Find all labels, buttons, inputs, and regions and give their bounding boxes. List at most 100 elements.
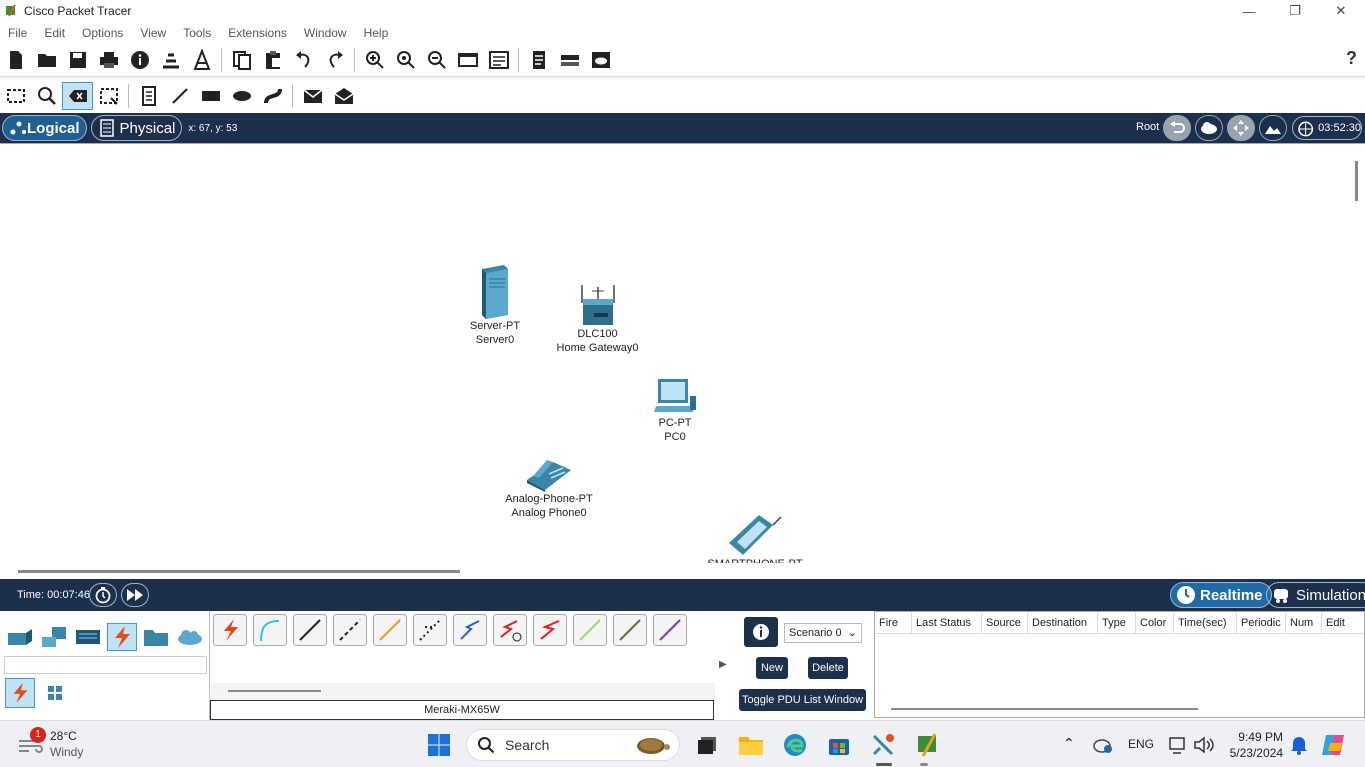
- language-indicator[interactable]: ENG: [1128, 737, 1154, 751]
- power-cycle-button[interactable]: [89, 583, 117, 607]
- weather-widget[interactable]: 1 28°C Windy: [16, 727, 83, 760]
- logical-workspace[interactable]: Server-PT Server0 DLC100 Home Gateway0 P…: [0, 143, 1365, 579]
- realtime-mode-tab[interactable]: Realtime: [1170, 582, 1272, 608]
- copy-button[interactable]: [226, 46, 257, 74]
- freeform-button[interactable]: [257, 82, 288, 110]
- menu-edit[interactable]: Edit: [44, 26, 65, 40]
- new-cluster-button[interactable]: [1195, 115, 1223, 141]
- help-button[interactable]: ?: [1346, 48, 1357, 69]
- pdu-column-header[interactable]: Edit: [1322, 612, 1362, 633]
- show-hidden-icons-button[interactable]: ⌃: [1063, 735, 1075, 752]
- device-home-gateway0[interactable]: DLC100 Home Gateway0: [550, 283, 645, 355]
- custom-device-dialog-button[interactable]: [483, 46, 514, 74]
- delete-scenario-button[interactable]: Delete: [808, 657, 848, 679]
- network-devices-category[interactable]: [5, 623, 35, 651]
- restore-button[interactable]: ❐: [1272, 0, 1318, 22]
- pdu-list-scrollbar[interactable]: [891, 708, 1198, 710]
- zoom-out-button[interactable]: [421, 46, 452, 74]
- menu-view[interactable]: View: [140, 26, 166, 40]
- menu-extensions[interactable]: Extensions: [228, 26, 287, 40]
- pdu-column-header[interactable]: Time(sec): [1174, 612, 1237, 633]
- file-explorer-button[interactable]: [737, 731, 765, 759]
- taskbar-clock[interactable]: 9:49 PM 5/23/2024: [1227, 729, 1283, 761]
- fast-forward-button[interactable]: [121, 583, 149, 607]
- physical-tab[interactable]: Physical: [90, 115, 183, 141]
- place-note-button[interactable]: [133, 82, 164, 110]
- scenario-select[interactable]: Scenario 0 ⌄: [784, 623, 862, 643]
- pdu-column-header[interactable]: Source: [982, 612, 1028, 633]
- notification-bell-icon[interactable]: [1290, 735, 1308, 755]
- cable-serial-dce[interactable]: [493, 614, 527, 646]
- zoom-reset-button[interactable]: [390, 46, 421, 74]
- device-analog-phone0[interactable]: Analog-Phone-PT Analog Phone0: [498, 456, 600, 520]
- collapse-panel-arrow[interactable]: ▶: [719, 659, 727, 670]
- cable-crossover[interactable]: [333, 614, 367, 646]
- network-info-button[interactable]: [155, 46, 186, 74]
- draw-line-button[interactable]: [164, 82, 195, 110]
- save-button[interactable]: [62, 46, 93, 74]
- draw-rectangle-button[interactable]: [195, 82, 226, 110]
- cable-console[interactable]: [253, 614, 287, 646]
- pdu-column-header[interactable]: Destination: [1028, 612, 1098, 633]
- cloud-button[interactable]: [585, 46, 616, 74]
- device-pc0[interactable]: PC-PT PC0: [645, 378, 705, 444]
- miscellaneous-category[interactable]: [141, 623, 171, 651]
- connections-subcategory[interactable]: [5, 678, 35, 708]
- new-file-button[interactable]: [0, 46, 31, 74]
- device-server0[interactable]: Server-PT Server0: [460, 265, 530, 347]
- logical-tab[interactable]: Logical: [2, 115, 87, 141]
- zoom-in-button[interactable]: [359, 46, 390, 74]
- set-background-button[interactable]: [1259, 115, 1287, 141]
- cable-octal[interactable]: [573, 614, 607, 646]
- taskbar-search[interactable]: Search: [466, 729, 680, 761]
- cable-coaxial[interactable]: [453, 614, 487, 646]
- device-smartphone[interactable]: SMARTPHONE-PT: [705, 513, 805, 563]
- structured-cabling-subcategory[interactable]: [40, 678, 70, 708]
- end-devices-category[interactable]: [39, 623, 69, 651]
- print-button[interactable]: [93, 46, 124, 74]
- redo-button[interactable]: [319, 46, 350, 74]
- store-button[interactable]: [825, 731, 853, 759]
- new-scenario-button[interactable]: New: [756, 657, 788, 679]
- simulation-mode-tab[interactable]: Simulation: [1266, 582, 1365, 608]
- activity-wizard-button[interactable]: [124, 46, 155, 74]
- pdu-column-header[interactable]: Num: [1286, 612, 1322, 633]
- security-cloud-icon[interactable]: [1092, 735, 1114, 755]
- pdu-column-header[interactable]: Fire: [875, 612, 912, 633]
- start-button[interactable]: [425, 731, 453, 759]
- cable-usb[interactable]: [653, 614, 687, 646]
- close-button[interactable]: ✕: [1318, 0, 1364, 22]
- cable-fiber[interactable]: [373, 614, 407, 646]
- inspect-button[interactable]: [31, 82, 62, 110]
- cable-iot[interactable]: [613, 614, 647, 646]
- menu-options[interactable]: Options: [82, 26, 123, 40]
- pdu-column-header[interactable]: Periodic: [1237, 612, 1286, 633]
- viewport-button[interactable]: [554, 46, 585, 74]
- menu-tools[interactable]: Tools: [183, 26, 211, 40]
- scrollbar-thumb[interactable]: [1355, 161, 1358, 201]
- select-button[interactable]: [0, 82, 31, 110]
- scenario-info-button[interactable]: [744, 617, 778, 647]
- pdu-column-header[interactable]: Type: [1098, 612, 1136, 633]
- pdu-column-header[interactable]: Last Status: [912, 612, 982, 633]
- cable-straight-through[interactable]: [293, 614, 327, 646]
- task-view-button[interactable]: [693, 731, 721, 759]
- packet-tracer-taskbar-button[interactable]: [914, 731, 942, 759]
- multiuser-category[interactable]: [175, 623, 205, 651]
- workspace-horizontal-scrollbar[interactable]: [18, 570, 460, 573]
- custom-devices-button[interactable]: [186, 46, 217, 74]
- network-app-button[interactable]: [869, 731, 897, 759]
- cable-serial-dte[interactable]: [533, 614, 567, 646]
- pdu-column-header[interactable]: Color: [1136, 612, 1174, 633]
- add-simple-pdu-button[interactable]: [297, 82, 328, 110]
- menu-help[interactable]: Help: [364, 26, 389, 40]
- delete-button[interactable]: [62, 81, 93, 110]
- connections-category[interactable]: [107, 623, 137, 651]
- edge-browser-button[interactable]: [781, 731, 809, 759]
- move-object-button[interactable]: [1227, 115, 1255, 141]
- undo-button[interactable]: [288, 46, 319, 74]
- resize-shape-button[interactable]: [93, 82, 124, 110]
- open-button[interactable]: [31, 46, 62, 74]
- notes-button[interactable]: [523, 46, 554, 74]
- toggle-pdu-list-button[interactable]: Toggle PDU List Window: [739, 689, 866, 711]
